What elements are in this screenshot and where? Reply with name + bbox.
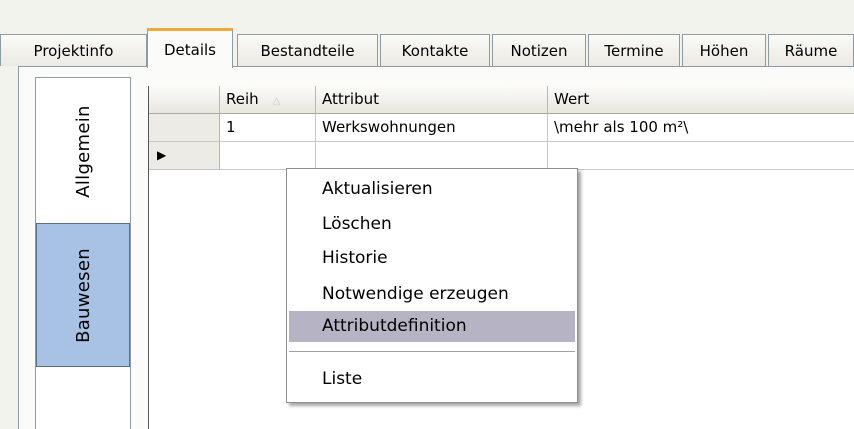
menu-item-historie[interactable]: Historie [289,243,575,274]
app-window: Projektinfo Details Bestandteile Kontakt… [0,0,854,429]
menu-item-attributdefinition[interactable]: Attributdefinition [289,311,575,342]
context-menu: Aktualisieren Löschen Historie Notwendig… [286,168,578,403]
row-selector[interactable] [149,114,220,142]
menu-separator [289,351,575,353]
menu-item-notwendige-erzeugen[interactable]: Notwendige erzeugen [289,279,575,310]
tab-kontakte[interactable]: Kontakte [380,34,490,66]
sort-ascending-icon: △ [272,96,281,107]
tab-details[interactable]: Details [147,28,233,68]
tab-raeume[interactable]: Räume [768,34,854,66]
cell-reih-new[interactable] [220,142,316,170]
cell-attribut-new[interactable] [316,142,548,170]
side-tab-bauwesen[interactable]: Bauwesen [36,223,130,367]
side-tab-allgemein-label: Allgemein [72,104,94,198]
tab-hoehen[interactable]: Höhen [682,34,766,66]
column-header-attribut[interactable]: Attribut [316,86,548,114]
column-header-reih[interactable]: Reih △ [220,86,316,114]
menu-item-aktualisieren[interactable]: Aktualisieren [289,174,575,205]
tab-termine[interactable]: Termine [588,34,680,66]
current-row-pointer-icon[interactable]: ▶ [149,142,220,170]
cell-reih[interactable]: 1 [220,114,316,142]
column-header-reih-label: Reih [226,90,259,108]
tab-notizen[interactable]: Notizen [492,34,586,66]
tab-strip: Projektinfo Details Bestandteile Kontakt… [0,0,854,70]
cell-wert[interactable]: \mehr als 100 m²\ [548,114,854,142]
tab-bestandteile[interactable]: Bestandteile [237,34,378,66]
cell-wert-new[interactable] [548,142,854,170]
row-selector-header [149,86,220,114]
cell-attribut[interactable]: Werkswohnungen [316,114,548,142]
side-tab-allgemein[interactable]: Allgemein [36,78,130,224]
menu-item-liste[interactable]: Liste [289,364,575,395]
column-header-wert[interactable]: Wert [548,86,854,114]
menu-item-loeschen[interactable]: Löschen [289,209,575,240]
side-tab-bauwesen-label: Bauwesen [72,247,94,343]
tab-projektinfo[interactable]: Projektinfo [0,34,147,66]
